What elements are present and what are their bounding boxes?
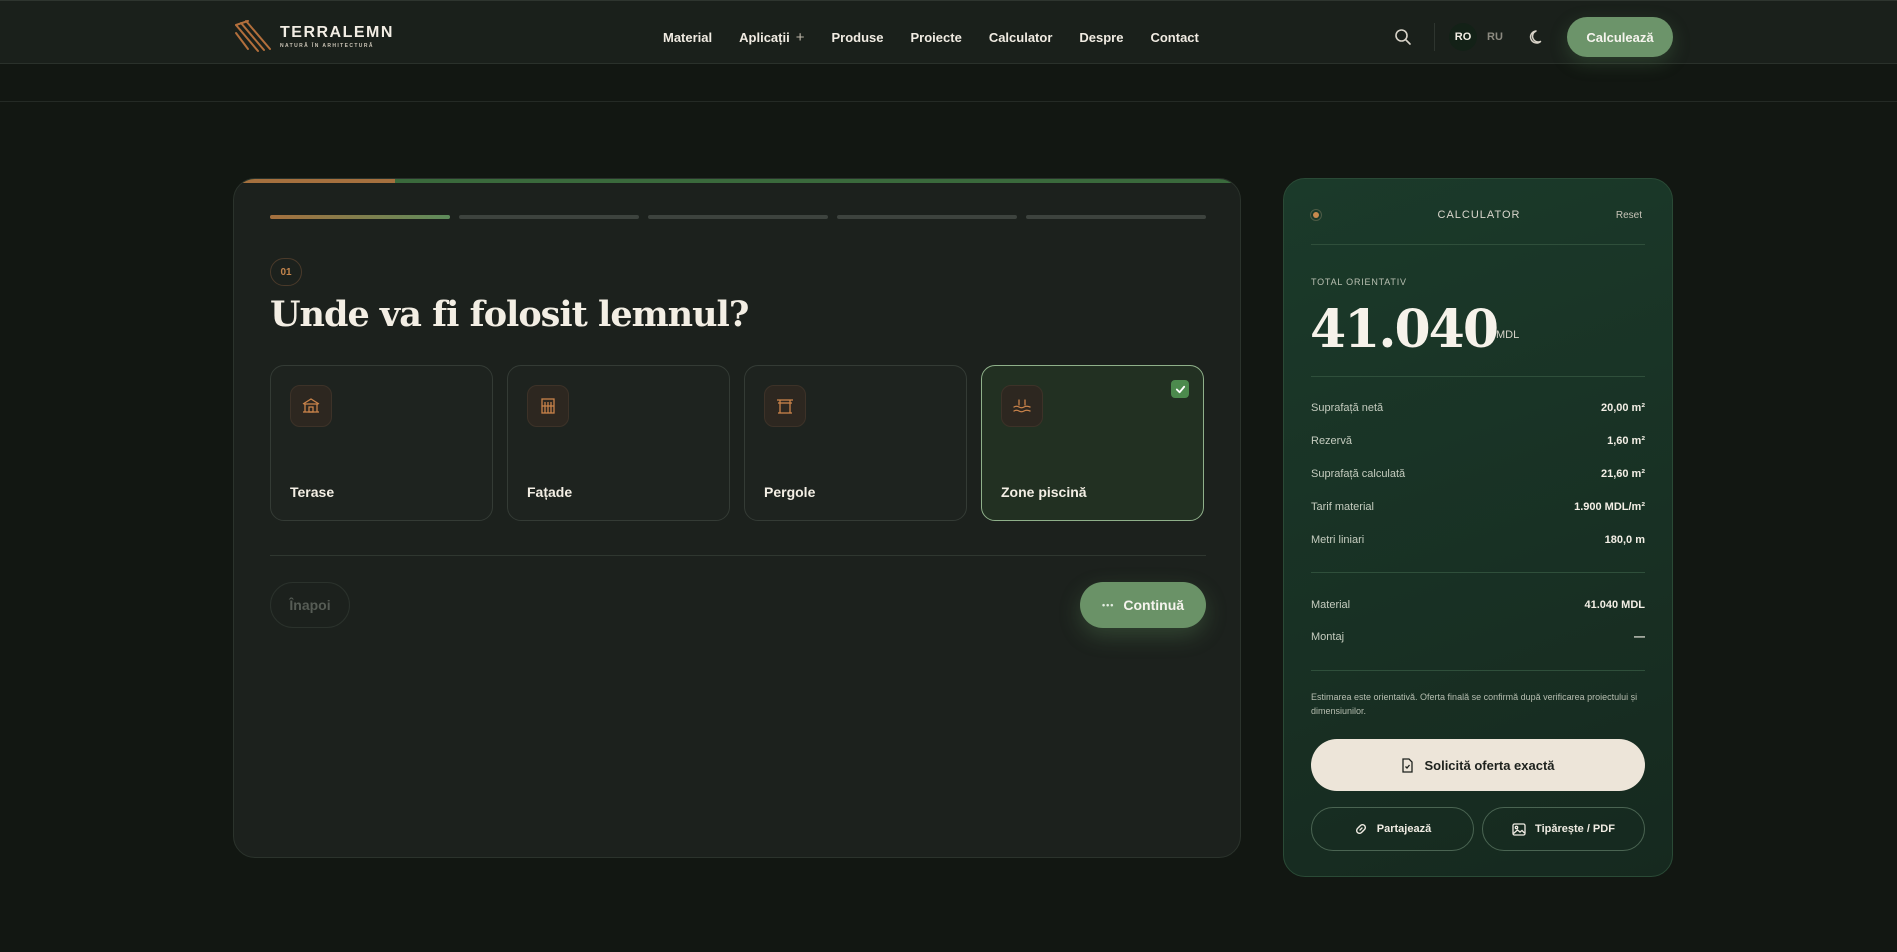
wizard-divider <box>270 555 1206 556</box>
option-fatade[interactable]: Fațade <box>507 365 730 521</box>
main-nav: Material Aplicații + Produse Proiecte Ca… <box>663 1 1226 73</box>
print-pdf-label: Tipărește / PDF <box>1535 823 1615 835</box>
header-subline <box>0 101 1897 102</box>
metric-row: Metri liniari 180,0 m <box>1311 534 1645 546</box>
pool-icon <box>1013 399 1031 413</box>
option-pergole[interactable]: Pergole <box>744 365 967 521</box>
pergola-icon <box>777 399 793 414</box>
option-terase[interactable]: Terase <box>270 365 493 521</box>
nav-item-proiecte[interactable]: Proiecte <box>911 30 962 45</box>
calculator-panel: CALCULATOR Reset TOTAL ORIENTATIV 41.040… <box>1283 178 1673 877</box>
moon-icon[interactable] <box>1528 28 1546 46</box>
calculator-divider <box>1311 376 1645 377</box>
nav-item-calculator[interactable]: Calculator <box>989 30 1053 45</box>
option-label: Fațade <box>527 484 573 500</box>
option-zone-piscina[interactable]: Zone piscină <box>981 365 1204 521</box>
request-offer-label: Solicită oferta exactă <box>1424 757 1555 773</box>
nav-item-despre[interactable]: Despre <box>1079 30 1123 45</box>
metric-row: Tarif material 1.900 MDL/m² <box>1311 501 1645 513</box>
reset-button[interactable]: Reset <box>1616 210 1642 221</box>
wizard-card: 01 Unde va fi folosit lemnul? Terase Faț… <box>233 178 1241 858</box>
nav-item-material[interactable]: Material <box>663 30 712 45</box>
option-label: Pergole <box>764 484 816 500</box>
step-question: Unde va fi folosit lemnul? <box>270 294 749 335</box>
logo-mark-icon <box>235 20 271 52</box>
calculator-divider <box>1311 572 1645 573</box>
step-segment-1 <box>270 215 450 219</box>
document-check-icon <box>1402 757 1414 773</box>
dots-icon: ••• <box>1101 600 1115 610</box>
step-segment-3 <box>648 215 828 219</box>
option-label: Terase <box>290 484 335 500</box>
language-switcher: RO RU <box>1449 23 1513 51</box>
lang-ro[interactable]: RO <box>1449 23 1477 51</box>
step-indicator <box>270 215 1206 219</box>
total-label: TOTAL ORIENTATIV <box>1311 277 1407 287</box>
step-number-badge: 01 <box>270 258 302 286</box>
nav-item-contact[interactable]: Contact <box>1150 30 1198 45</box>
total-value: 41.040 <box>1310 299 1499 360</box>
brand-tagline: NATURĂ ÎN ARHITECTURĂ <box>280 43 374 49</box>
link-icon <box>1355 823 1366 835</box>
metric-row: Rezervă 1,60 m² <box>1311 435 1645 447</box>
pavilion-icon <box>302 398 320 413</box>
step-segment-2 <box>459 215 639 219</box>
nav-item-produse[interactable]: Produse <box>831 30 883 45</box>
wizard-progress-fill <box>234 179 396 183</box>
print-pdf-button[interactable]: Tipărește / PDF <box>1482 807 1645 851</box>
calculator-divider <box>1311 244 1645 245</box>
share-button[interactable]: Partajează <box>1311 807 1474 851</box>
step-segment-5 <box>1026 215 1206 219</box>
site-header: TERRALEMN NATURĂ ÎN ARHITECTURĂ Material… <box>0 0 1897 64</box>
building-icon <box>541 398 555 414</box>
search-icon[interactable] <box>1394 28 1412 46</box>
brand-name: TERRALEMN <box>280 24 394 41</box>
continue-button[interactable]: ••• Continuă <box>1080 582 1206 628</box>
request-offer-button[interactable]: Solicită oferta exactă <box>1311 739 1645 791</box>
usage-options: Terase Fațade Pergole Zone piscină <box>270 365 1204 521</box>
estimate-note: Estimarea este orientativă. Oferta final… <box>1311 692 1638 716</box>
brand-logo[interactable]: TERRALEMN NATURĂ ÎN ARHITECTURĂ <box>234 19 394 55</box>
share-label: Partajează <box>1376 823 1432 835</box>
image-icon <box>1512 822 1526 836</box>
nav-item-aplicatii[interactable]: Aplicații + <box>739 29 804 46</box>
lang-ru[interactable]: RU <box>1481 23 1509 51</box>
option-label: Zone piscină <box>1001 484 1087 500</box>
cost-row: Montaj — <box>1311 631 1645 643</box>
total-unit: MDL <box>1496 329 1520 341</box>
step-segment-4 <box>837 215 1017 219</box>
check-icon <box>1171 380 1189 398</box>
nav-item-label: Aplicații <box>739 29 790 45</box>
continue-label: Continuă <box>1123 597 1185 613</box>
metric-row: Suprafață netă 20,00 m² <box>1311 402 1645 414</box>
cost-row: Material 41.040 MDL <box>1311 599 1645 611</box>
calculator-divider <box>1311 670 1645 671</box>
calculate-button[interactable]: Calculează <box>1567 17 1673 57</box>
metric-row: Suprafață calculată 21,60 m² <box>1311 468 1645 480</box>
plus-icon: + <box>795 28 805 46</box>
header-divider <box>1434 23 1435 51</box>
wizard-progress-bar <box>234 179 1240 183</box>
back-button[interactable]: Înapoi <box>270 582 350 628</box>
